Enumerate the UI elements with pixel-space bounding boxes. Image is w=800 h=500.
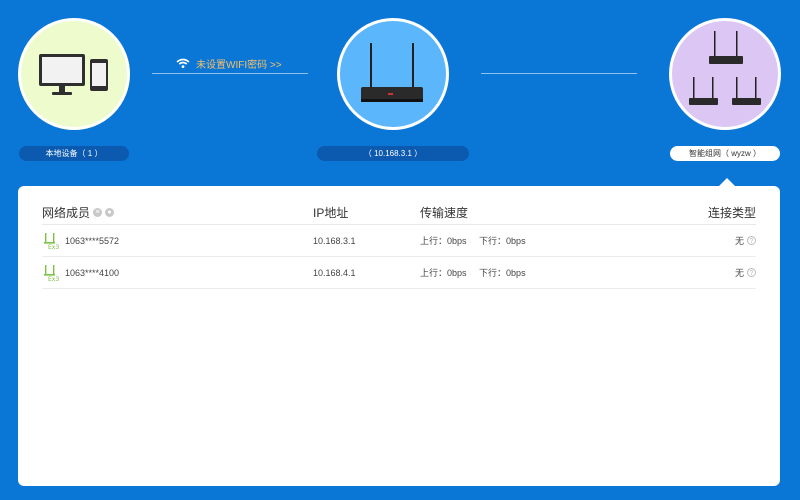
- connection-line-right: [481, 73, 637, 74]
- header-member: 网络成员: [42, 205, 91, 220]
- local-devices-node[interactable]: [18, 18, 130, 130]
- computer-and-phone-icon: [39, 54, 108, 95]
- svg-text:Ex3: Ex3: [48, 276, 59, 282]
- device-name: 1063****4100: [65, 267, 120, 278]
- header-ip: IP地址: [313, 205, 349, 220]
- upload-speed: 上行：0bps: [420, 236, 467, 246]
- panel-pointer: [719, 178, 735, 186]
- router-node[interactable]: [337, 18, 449, 130]
- mesh-network-node[interactable]: [669, 18, 781, 130]
- device-name: 1063****5572: [65, 235, 120, 246]
- member-cell: Ex3 1063****5572: [42, 232, 313, 250]
- mesh-network-label[interactable]: 智能组网（ wyzw ）: [670, 146, 780, 161]
- help-icon[interactable]: ?: [747, 236, 756, 245]
- conn-type: 无: [734, 268, 744, 278]
- router-icon: [361, 43, 423, 102]
- network-members-panel: 网络成员 ≡ ● IP地址 传输速度 连接类型 Ex3 1063****5572…: [18, 178, 780, 486]
- table-row[interactable]: Ex3 1063****5572 10.168.3.1 上行：0bps 下行：0…: [42, 225, 756, 257]
- conn-type-cell: 无 ?: [676, 266, 756, 279]
- download-speed: 下行：0bps: [479, 268, 526, 278]
- table-header: 网络成员 ≡ ● IP地址 传输速度 连接类型: [42, 200, 756, 225]
- user-icon[interactable]: ●: [105, 207, 115, 217]
- conn-type-cell: 无 ?: [676, 234, 756, 247]
- upload-speed: 上行：0bps: [420, 268, 467, 278]
- router-label[interactable]: （ 10.168.3.1 ）: [317, 146, 469, 161]
- device-speed: 上行：0bps 下行：0bps: [420, 266, 676, 279]
- table-row[interactable]: Ex3 1063****4100 10.168.4.1 上行：0bps 下行：0…: [42, 257, 756, 289]
- connection-line-left: [152, 73, 308, 74]
- mesh-device-icon: Ex3: [44, 264, 59, 282]
- conn-type: 无: [734, 236, 744, 246]
- mesh-routers-icon: [689, 31, 761, 105]
- device-ip: 10.168.4.1: [313, 267, 356, 278]
- member-cell: Ex3 1063****4100: [42, 264, 313, 282]
- download-speed: 下行：0bps: [479, 236, 526, 246]
- header-speed: 传输速度: [420, 205, 469, 220]
- header-member-cell: 网络成员 ≡ ●: [42, 204, 313, 221]
- help-icon[interactable]: ?: [747, 268, 756, 277]
- members-table: 网络成员 ≡ ● IP地址 传输速度 连接类型 Ex3 1063****5572…: [42, 200, 756, 289]
- svg-text:Ex3: Ex3: [48, 244, 59, 250]
- local-devices-label[interactable]: 本地设备（ 1 ）: [19, 146, 129, 161]
- device-speed: 上行：0bps 下行：0bps: [420, 234, 676, 247]
- header-conn-type: 连接类型: [707, 205, 756, 220]
- wifi-password-link-text: 未设置WIFI密码 >>: [196, 60, 282, 71]
- wifi-password-link[interactable]: 未设置WIFI密码 >>: [176, 56, 282, 71]
- sort-icon[interactable]: ≡: [93, 207, 103, 217]
- device-ip: 10.168.3.1: [313, 235, 356, 246]
- mesh-device-icon: Ex3: [44, 232, 59, 250]
- wifi-icon: [176, 58, 190, 68]
